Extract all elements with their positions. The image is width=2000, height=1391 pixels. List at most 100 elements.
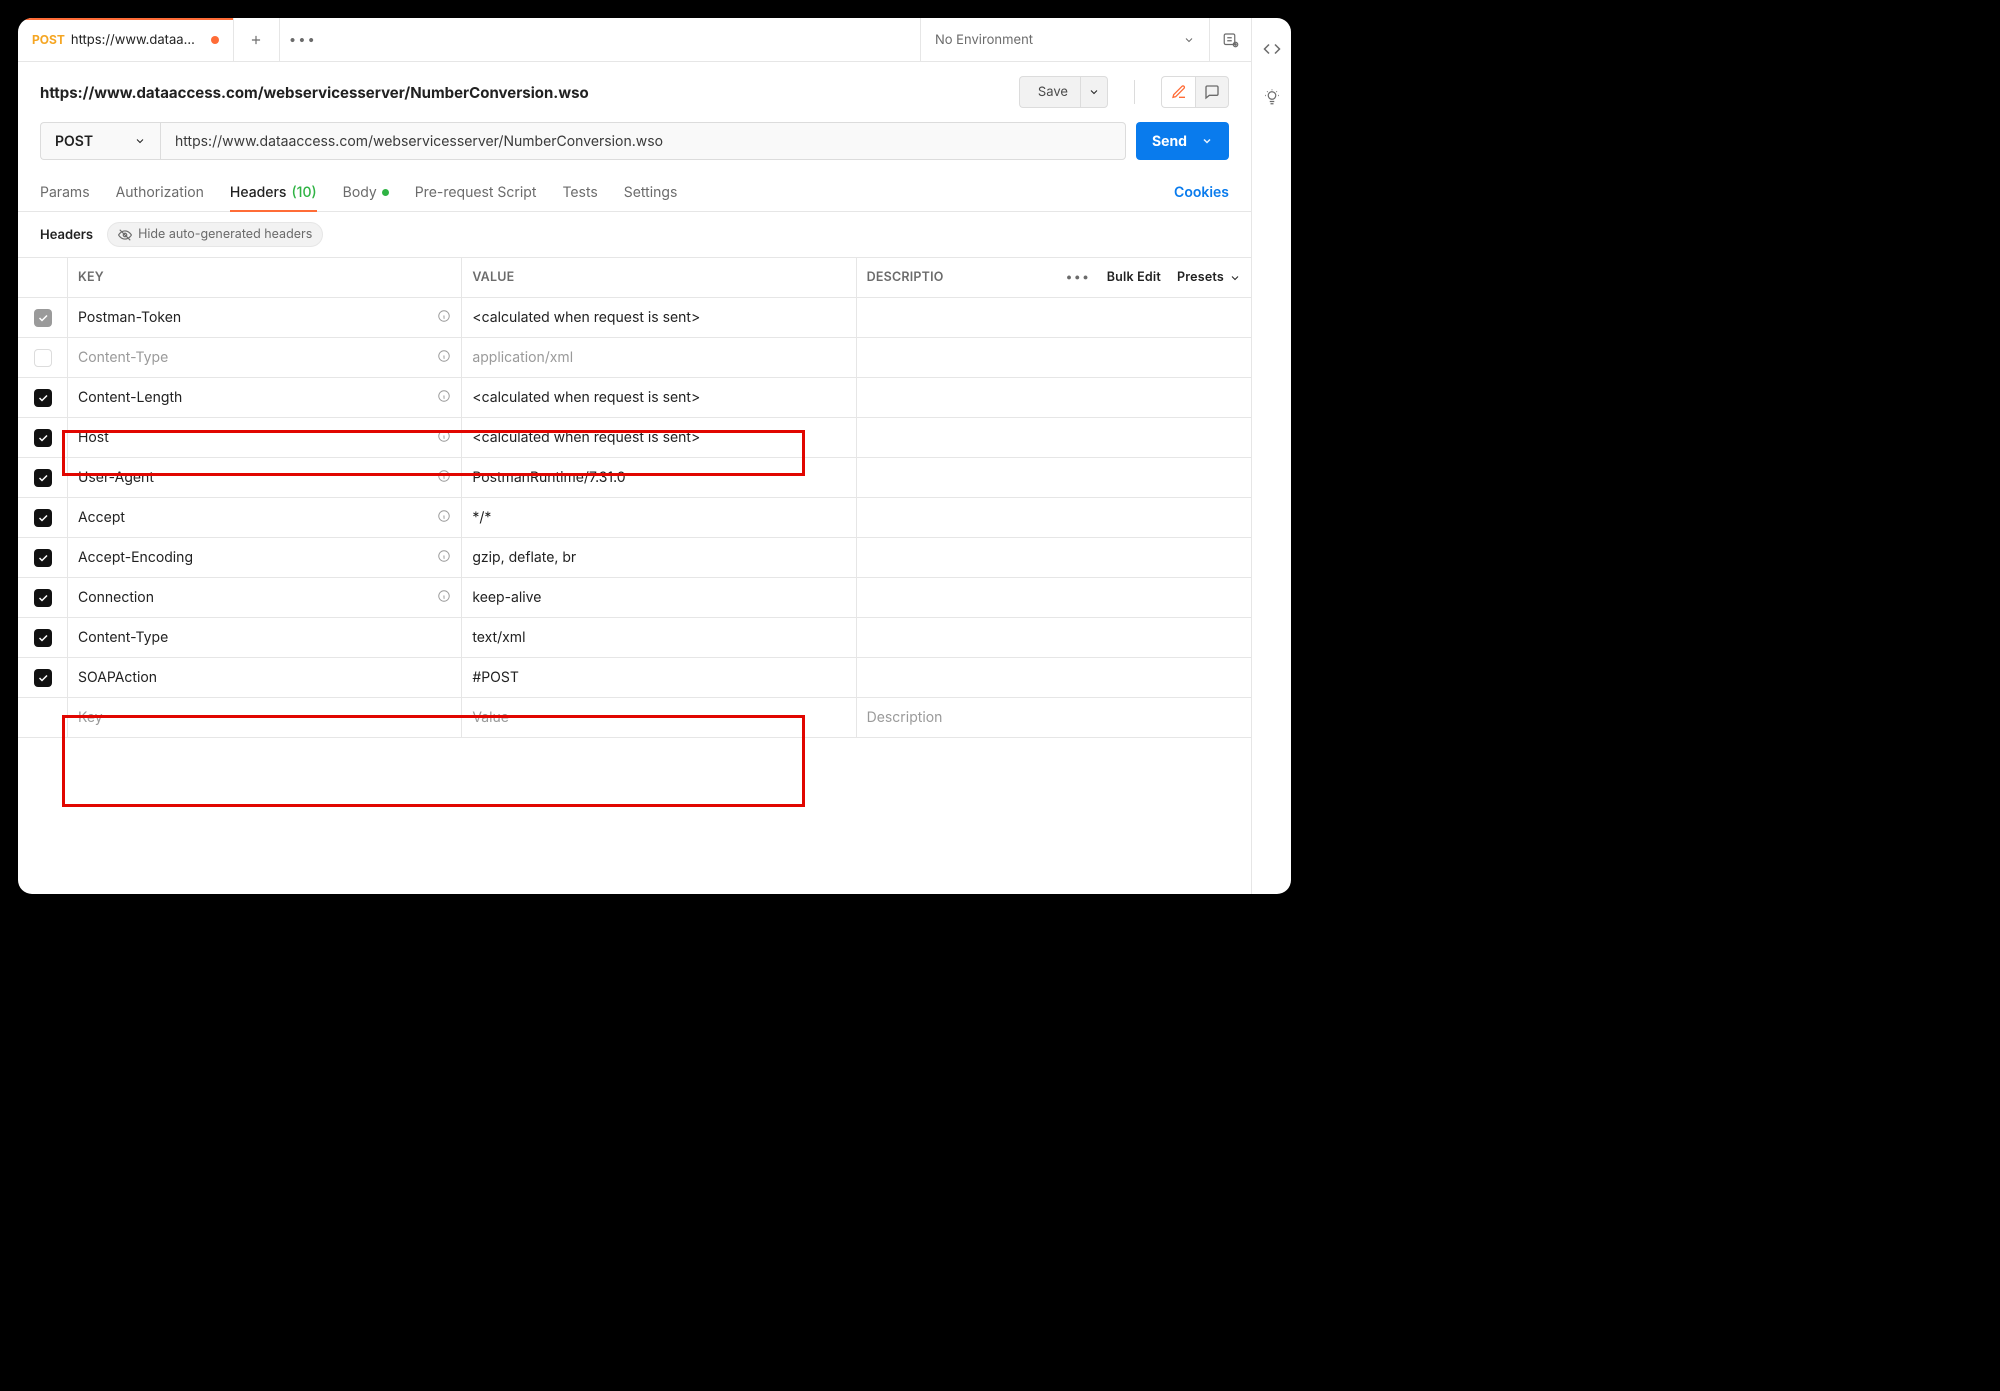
- header-description-cell[interactable]: [857, 298, 1251, 338]
- header-key-cell[interactable]: Accept-Encoding: [68, 538, 462, 578]
- header-checkbox[interactable]: [34, 629, 52, 647]
- header-key-cell[interactable]: Accept: [68, 498, 462, 538]
- save-dropdown-button[interactable]: [1080, 76, 1108, 108]
- header-key-cell[interactable]: User-Agent: [68, 458, 462, 498]
- description-input[interactable]: Description: [857, 698, 1251, 738]
- header-value: PostmanRuntime/7.31.0: [472, 469, 625, 486]
- header-value-cell[interactable]: keep-alive: [462, 578, 856, 618]
- header-description-cell[interactable]: [857, 538, 1251, 578]
- header-value-cell[interactable]: gzip, deflate, br: [462, 538, 856, 578]
- save-button[interactable]: Save: [1019, 76, 1080, 108]
- col-description[interactable]: DESCRIPTIO: [867, 270, 944, 285]
- info-icon[interactable]: [437, 309, 451, 327]
- header-description-cell[interactable]: [857, 458, 1251, 498]
- header-key: Content-Type: [78, 349, 431, 366]
- header-value: application/xml: [472, 349, 573, 366]
- info-icon[interactable]: [437, 509, 451, 527]
- columns-menu-button[interactable]: •••: [1066, 270, 1091, 285]
- save-label: Save: [1038, 84, 1068, 100]
- tab-headers[interactable]: Headers(10): [230, 174, 317, 211]
- request-row: POST https://www.dataaccess.com/webservi…: [18, 116, 1251, 174]
- header-key: Content-Type: [78, 629, 451, 646]
- request-tab[interactable]: POST https://www.dataacce: [18, 18, 234, 61]
- header-checkbox[interactable]: [34, 389, 52, 407]
- main-column: POST https://www.dataacce ••• No Environ…: [18, 18, 1251, 894]
- comment-mode-button[interactable]: [1195, 76, 1229, 108]
- table-row: User-Agent PostmanRuntime/7.31.0: [18, 458, 1251, 498]
- col-value[interactable]: VALUE: [462, 258, 856, 298]
- header-key-cell[interactable]: Host: [68, 418, 462, 458]
- header-key-cell[interactable]: Postman-Token: [68, 298, 462, 338]
- header-checkbox[interactable]: [34, 429, 52, 447]
- tab-overflow-button[interactable]: •••: [280, 18, 326, 61]
- header-value-cell[interactable]: text/xml: [462, 618, 856, 658]
- divider: [1134, 80, 1135, 104]
- header-key: Postman-Token: [78, 309, 431, 326]
- tab-body[interactable]: Body: [343, 174, 389, 211]
- new-header-row[interactable]: Key Value Description: [18, 698, 1251, 738]
- header-value-cell[interactable]: application/xml: [462, 338, 856, 378]
- edit-mode-button[interactable]: [1161, 76, 1195, 108]
- info-icon[interactable]: [437, 589, 451, 607]
- header-value-cell[interactable]: <calculated when request is sent>: [462, 418, 856, 458]
- header-description-cell[interactable]: [857, 338, 1251, 378]
- tab-tests[interactable]: Tests: [562, 174, 597, 211]
- key-input[interactable]: Key: [68, 698, 462, 738]
- environment-quicklook-button[interactable]: [1209, 18, 1251, 61]
- info-sidebar-button[interactable]: [1263, 88, 1281, 110]
- header-key: Accept: [78, 509, 431, 526]
- new-tab-button[interactable]: [234, 18, 280, 61]
- url-input[interactable]: https://www.dataaccess.com/webservicesse…: [160, 122, 1126, 160]
- header-description-cell[interactable]: [857, 498, 1251, 538]
- bulk-edit-button[interactable]: Bulk Edit: [1107, 270, 1161, 285]
- header-key-cell[interactable]: Content-Length: [68, 378, 462, 418]
- header-value-cell[interactable]: */*: [462, 498, 856, 538]
- header-checkbox[interactable]: [34, 549, 52, 567]
- header-checkbox[interactable]: [34, 669, 52, 687]
- method-selector[interactable]: POST: [40, 122, 160, 160]
- send-button[interactable]: Send: [1136, 122, 1229, 160]
- info-icon[interactable]: [437, 389, 451, 407]
- header-checkbox[interactable]: [34, 509, 52, 527]
- value-input[interactable]: Value: [462, 698, 856, 738]
- info-icon[interactable]: [437, 469, 451, 487]
- header-value-cell[interactable]: #POST: [462, 658, 856, 698]
- presets-button[interactable]: Presets: [1177, 270, 1241, 285]
- cookies-link[interactable]: Cookies: [1174, 184, 1229, 201]
- plus-icon: [249, 33, 263, 47]
- header-checkbox[interactable]: [34, 469, 52, 487]
- tab-authorization[interactable]: Authorization: [116, 174, 204, 211]
- info-icon[interactable]: [437, 349, 451, 367]
- header-checkbox[interactable]: [34, 589, 52, 607]
- info-icon[interactable]: [437, 429, 451, 447]
- tab-settings[interactable]: Settings: [624, 174, 678, 211]
- environment-selector[interactable]: No Environment: [920, 18, 1209, 61]
- col-key[interactable]: KEY: [68, 258, 462, 298]
- header-description-cell[interactable]: [857, 418, 1251, 458]
- table-row: Connection keep-alive: [18, 578, 1251, 618]
- code-sidebar-button[interactable]: [1263, 40, 1281, 62]
- table-row: Content-Type text/xml: [18, 618, 1251, 658]
- tab-title: https://www.dataacce: [71, 32, 201, 48]
- header-key-cell[interactable]: Content-Type: [68, 338, 462, 378]
- header-checkbox[interactable]: [34, 309, 52, 327]
- header-checkbox[interactable]: [34, 349, 52, 367]
- header-value-cell[interactable]: <calculated when request is sent>: [462, 378, 856, 418]
- header-value-cell[interactable]: <calculated when request is sent>: [462, 298, 856, 338]
- header-description-cell[interactable]: [857, 378, 1251, 418]
- request-title[interactable]: https://www.dataaccess.com/webservicesse…: [40, 83, 1005, 102]
- header-value: #POST: [472, 669, 519, 686]
- hide-auto-label: Hide auto-generated headers: [138, 227, 312, 242]
- header-description-cell[interactable]: [857, 618, 1251, 658]
- hide-auto-headers-button[interactable]: Hide auto-generated headers: [107, 222, 323, 247]
- right-sidebar: [1251, 18, 1291, 894]
- header-description-cell[interactable]: [857, 658, 1251, 698]
- tab-params[interactable]: Params: [40, 174, 90, 211]
- header-key-cell[interactable]: Content-Type: [68, 618, 462, 658]
- tab-prerequest[interactable]: Pre-request Script: [415, 174, 537, 211]
- header-description-cell[interactable]: [857, 578, 1251, 618]
- header-value-cell[interactable]: PostmanRuntime/7.31.0: [462, 458, 856, 498]
- header-key-cell[interactable]: Connection: [68, 578, 462, 618]
- info-icon[interactable]: [437, 549, 451, 567]
- header-key-cell[interactable]: SOAPAction: [68, 658, 462, 698]
